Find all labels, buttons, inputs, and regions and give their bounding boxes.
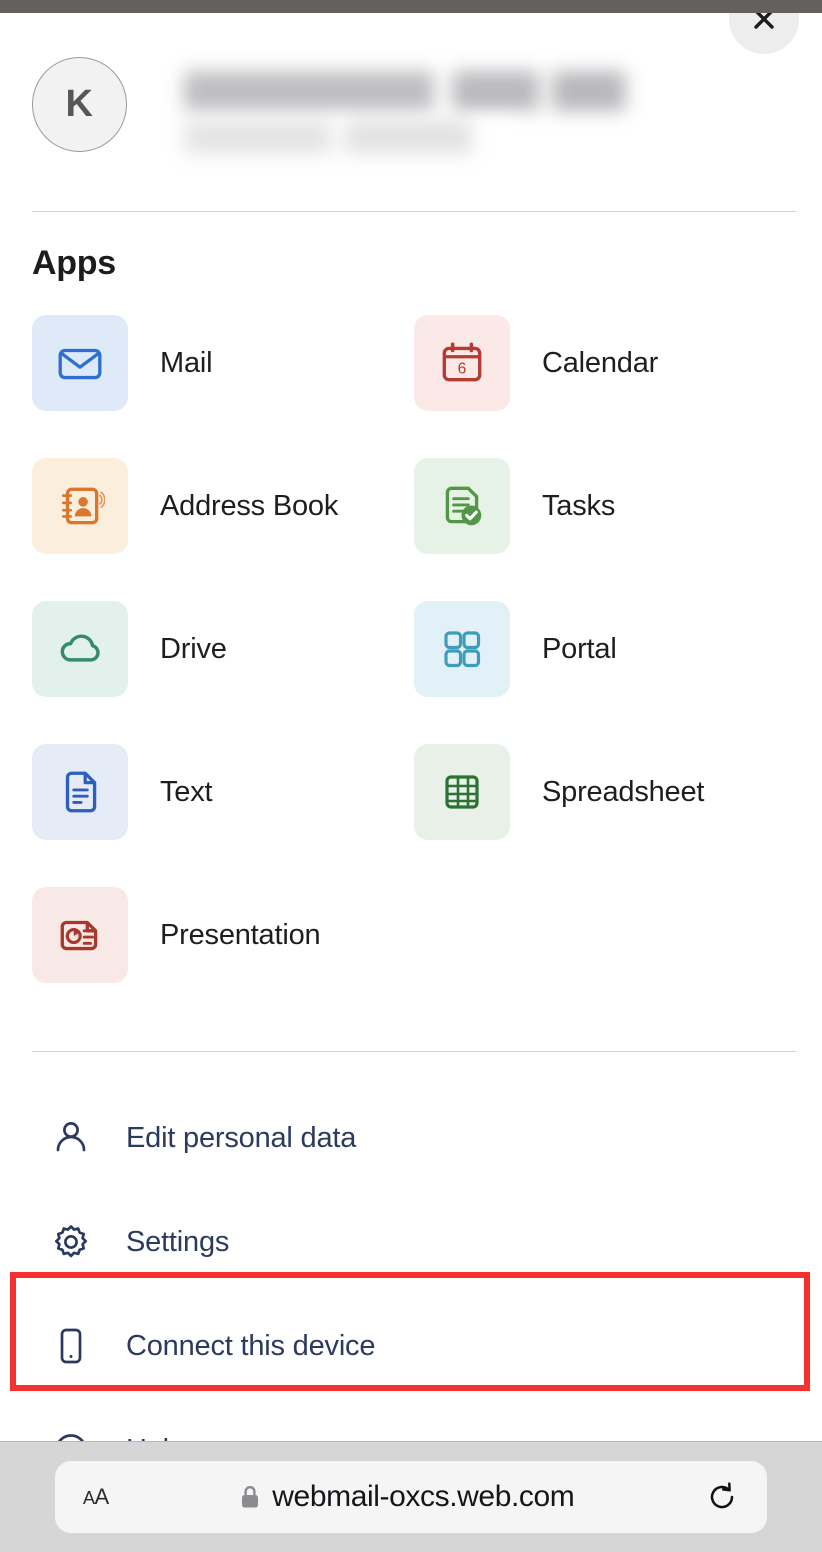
app-tile-tasks — [414, 458, 510, 554]
app-tile-mail — [32, 315, 128, 411]
app-item-portal[interactable]: Portal — [414, 601, 796, 697]
app-tile-presentation — [32, 887, 128, 983]
menu-label-connect-this-device: Connect this device — [126, 1329, 376, 1362]
app-item-drive[interactable]: Drive — [32, 601, 414, 697]
reload-icon — [710, 1482, 734, 1509]
divider-top — [32, 211, 796, 212]
app-tile-calendar: 6 — [414, 315, 510, 411]
svg-text:6: 6 — [458, 360, 467, 377]
app-label-mail: Mail — [160, 346, 213, 379]
reload-button[interactable] — [705, 1480, 739, 1514]
app-item-presentation[interactable]: Presentation — [32, 887, 414, 983]
menu-item-settings[interactable]: Settings — [0, 1190, 822, 1294]
app-item-spreadsheet[interactable]: Spreadsheet — [414, 744, 796, 840]
mobile-phone-icon — [48, 1325, 94, 1367]
tasks-check-icon — [445, 486, 482, 526]
text-document-icon — [65, 771, 97, 813]
text-size-button[interactable]: AA — [83, 1484, 109, 1510]
app-label-tasks: Tasks — [542, 489, 616, 522]
app-item-text[interactable]: Text — [32, 744, 414, 840]
cloud-drive-icon — [60, 634, 100, 662]
app-label-text: Text — [160, 775, 213, 808]
app-label-drive: Drive — [160, 632, 227, 665]
presentation-chart-icon — [60, 920, 98, 951]
app-tile-portal — [414, 601, 510, 697]
app-item-address-book[interactable]: Address Book — [32, 458, 414, 554]
app-tile-drive — [32, 601, 128, 697]
person-icon — [48, 1117, 94, 1159]
mail-envelope-icon — [58, 348, 102, 380]
account-menu: Edit personal data Settings Connect this… — [0, 1086, 822, 1502]
app-label-spreadsheet: Spreadsheet — [542, 775, 705, 808]
url-text: webmail-oxcs.web.com — [272, 1480, 575, 1513]
app-label-calendar: Calendar — [542, 346, 659, 379]
account-header[interactable]: K — [0, 30, 822, 195]
avatar: K — [32, 57, 127, 152]
screen-root: K Apps Mail 6 Calendar Address Book Task… — [0, 0, 822, 1552]
apps-grid: Mail 6 Calendar Address Book Tasks Drive… — [32, 315, 792, 983]
top-status-strip — [0, 0, 822, 13]
address-bar[interactable]: AA webmail-oxcs.web.com — [55, 1461, 767, 1533]
app-item-tasks[interactable]: Tasks — [414, 458, 796, 554]
address-book-icon — [61, 487, 105, 525]
calendar-icon: 6 — [442, 342, 482, 382]
account-name-redacted — [184, 71, 639, 111]
url-display[interactable]: webmail-oxcs.web.com — [109, 1480, 705, 1514]
menu-item-edit-personal-data[interactable]: Edit personal data — [0, 1086, 822, 1190]
lock-icon — [242, 1486, 259, 1508]
app-tile-address-book — [32, 458, 128, 554]
menu-label-edit-personal-data: Edit personal data — [126, 1121, 357, 1154]
app-item-calendar[interactable]: 6 Calendar — [414, 315, 796, 411]
account-email-redacted — [184, 120, 519, 154]
browser-bottom-bar: AA webmail-oxcs.web.com — [0, 1441, 822, 1552]
divider-bottom — [32, 1051, 796, 1052]
grid-squares-icon — [444, 631, 481, 668]
app-tile-spreadsheet — [414, 744, 510, 840]
menu-item-connect-this-device[interactable]: Connect this device — [0, 1294, 822, 1398]
apps-heading: Apps — [32, 244, 116, 282]
spreadsheet-table-icon — [445, 775, 479, 809]
gear-icon — [48, 1221, 94, 1263]
app-tile-text — [32, 744, 128, 840]
app-label-portal: Portal — [542, 632, 617, 665]
menu-label-settings: Settings — [126, 1225, 230, 1258]
app-label-presentation: Presentation — [160, 918, 321, 951]
account-text-block — [184, 57, 639, 154]
app-item-mail[interactable]: Mail — [32, 315, 414, 411]
app-label-address-book: Address Book — [160, 489, 339, 522]
